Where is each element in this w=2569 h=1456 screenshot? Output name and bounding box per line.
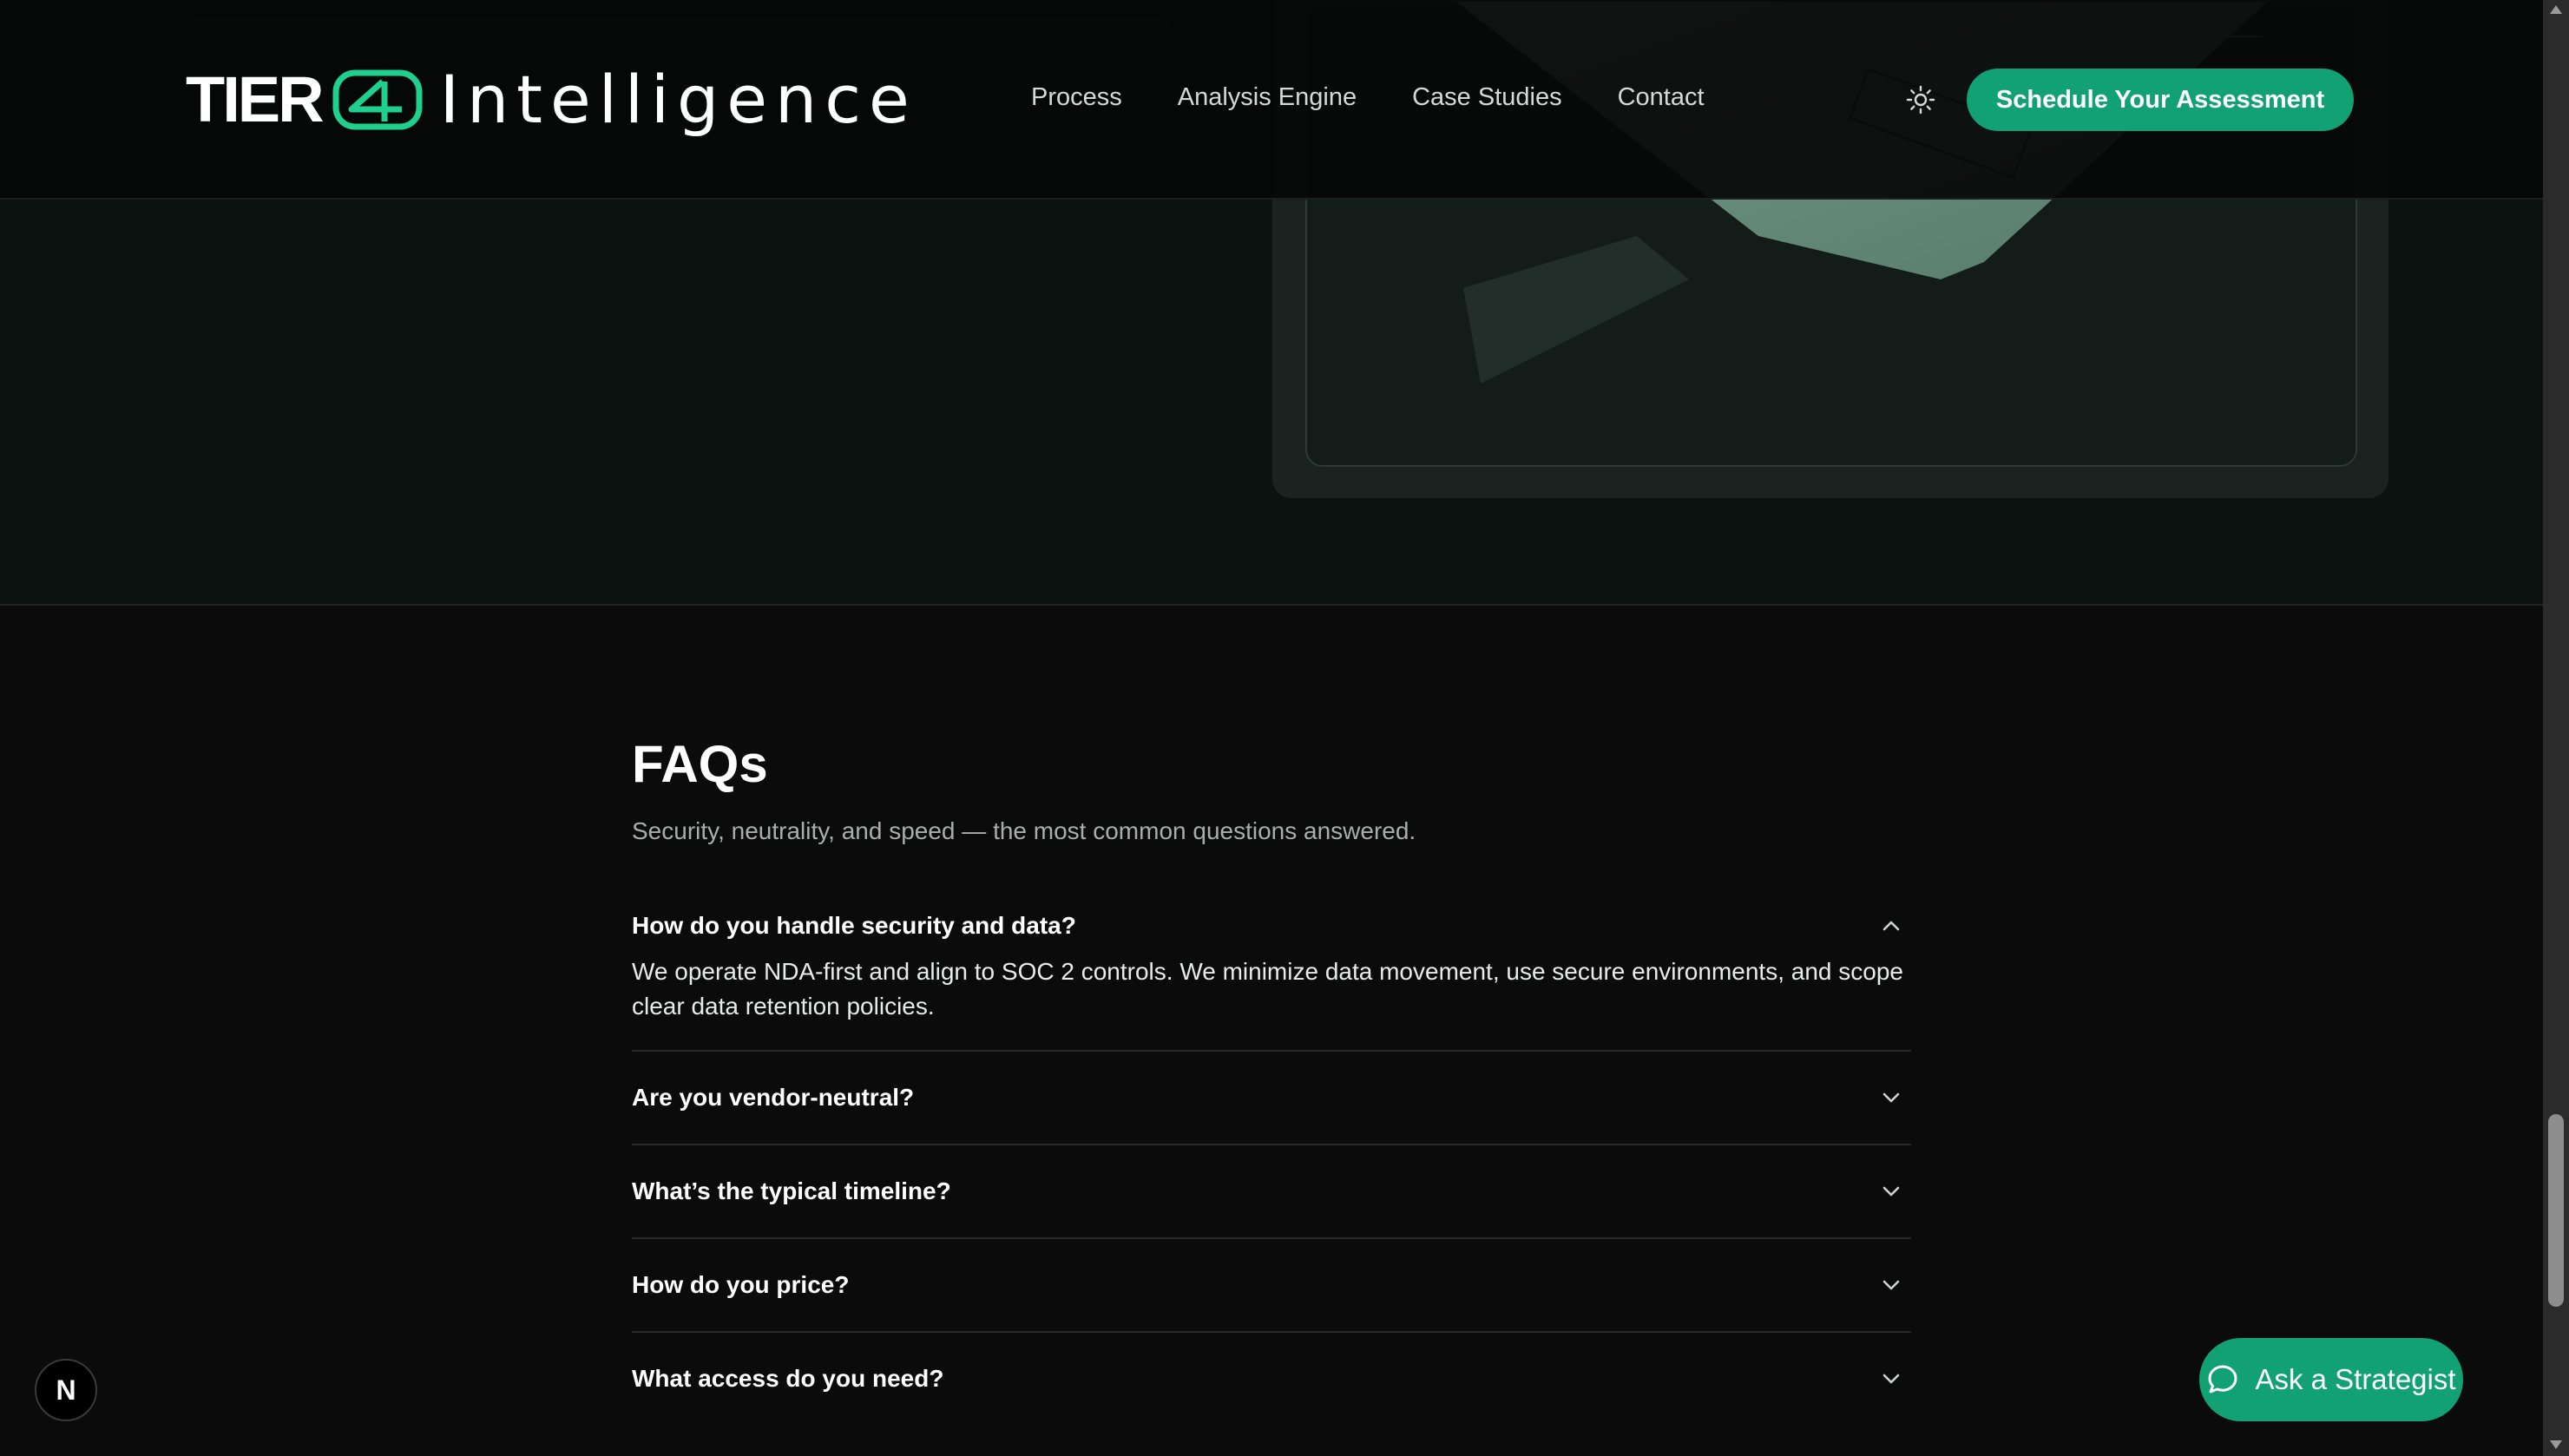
- faq-item: Are you vendor-neutral?: [632, 1052, 1911, 1145]
- faq-question-text: Are you vendor-neutral?: [632, 1084, 915, 1111]
- faq-question-text: How do you handle security and data?: [632, 912, 1076, 939]
- chevron-down-icon: [1882, 1092, 1900, 1103]
- nextjs-dev-badge[interactable]: N: [35, 1359, 97, 1421]
- scroll-up-arrow-icon[interactable]: [2550, 5, 2562, 14]
- nav-case-studies[interactable]: Case Studies: [1412, 83, 1562, 112]
- chevron-down-icon: [1882, 1186, 1900, 1197]
- logo-4-mark-icon: [332, 69, 423, 130]
- logo[interactable]: TIER Intelligence: [186, 61, 917, 139]
- faq-question-toggle[interactable]: What access do you need?: [632, 1333, 1911, 1425]
- schedule-assessment-button[interactable]: Schedule Your Assessment: [1967, 69, 2354, 131]
- faq-item: What’s the typical timeline?: [632, 1145, 1911, 1239]
- faq-item: What access do you need?: [632, 1333, 1911, 1425]
- faq-list: How do you handle security and data? We …: [632, 899, 1911, 1425]
- scrollbar-thumb[interactable]: [2548, 1114, 2564, 1307]
- chevron-down-icon: [1882, 1280, 1900, 1290]
- logo-tier-text: TIER: [186, 63, 325, 135]
- chevron-down-icon: [1882, 1374, 1900, 1384]
- faq-item: How do you price?: [632, 1239, 1911, 1333]
- faq-question-toggle[interactable]: What’s the typical timeline?: [632, 1145, 1911, 1237]
- faq-question-text: What’s the typical timeline?: [632, 1177, 951, 1204]
- nextjs-badge-letter: N: [56, 1374, 76, 1406]
- faq-subtitle: Security, neutrality, and speed — the mo…: [632, 817, 1416, 844]
- site-header: TIER Intelligence Process Analysis Engin…: [0, 0, 2543, 200]
- faq-question-text: How do you price?: [632, 1271, 850, 1298]
- faq-section: FAQs Security, neutrality, and speed — t…: [632, 736, 1911, 1425]
- faq-title: FAQs: [632, 735, 768, 793]
- ask-strategist-button[interactable]: Ask a Strategist: [2199, 1338, 2463, 1421]
- faq-question-toggle[interactable]: Are you vendor-neutral?: [632, 1052, 1911, 1144]
- faq-answer-text: We operate NDA-first and align to SOC 2 …: [632, 958, 1903, 1020]
- chat-bubble-icon: [2208, 1365, 2237, 1394]
- ask-strategist-label: Ask a Strategist: [2255, 1363, 2456, 1395]
- faq-question-text: What access do you need?: [632, 1365, 944, 1392]
- page-scrollbar[interactable]: [2543, 0, 2569, 1456]
- sun-icon[interactable]: [1906, 85, 1935, 115]
- scroll-down-arrow-icon[interactable]: [2550, 1440, 2562, 1449]
- nav-contact[interactable]: Contact: [1618, 83, 1705, 112]
- main-nav: Process Analysis Engine Case Studies Con…: [1031, 83, 1705, 112]
- chevron-up-icon: [1882, 921, 1900, 931]
- nav-process[interactable]: Process: [1031, 83, 1122, 112]
- logo-intelligence-text: Intelligence: [439, 61, 917, 138]
- nav-analysis-engine[interactable]: Analysis Engine: [1178, 83, 1357, 112]
- faq-question-toggle[interactable]: How do you handle security and data?: [632, 899, 1911, 953]
- faq-question-toggle[interactable]: How do you price?: [632, 1239, 1911, 1331]
- faq-item: How do you handle security and data? We …: [632, 899, 1911, 1052]
